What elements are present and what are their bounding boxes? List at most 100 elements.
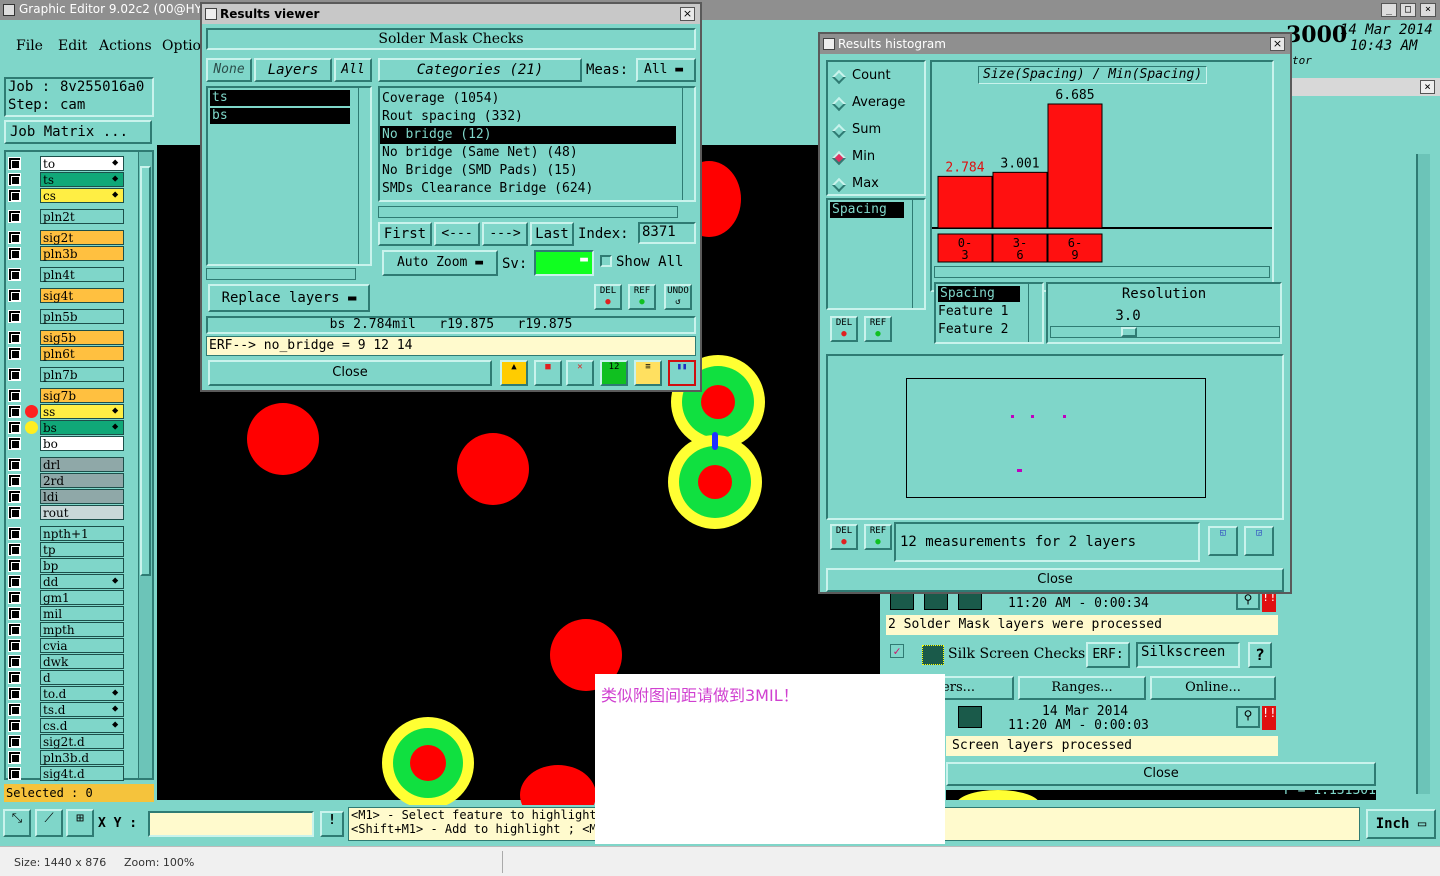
layer-results-list[interactable]: ts bs <box>206 86 372 266</box>
resolution-item[interactable]: Feature 2 <box>938 322 1008 338</box>
measure-list[interactable]: Spacing <box>826 198 926 310</box>
category-list[interactable]: Coverage (1054) Rout spacing (332) No br… <box>378 86 696 202</box>
category-item[interactable]: Rout spacing (332) <box>382 108 523 126</box>
resolution-slider-thumb[interactable] <box>1121 327 1137 337</box>
category-hscroll[interactable] <box>378 206 678 218</box>
count-radio[interactable] <box>831 69 847 85</box>
layer-checkbox[interactable] <box>8 189 21 202</box>
units-selector[interactable]: Inch ▭ <box>1366 809 1436 839</box>
layer-checkbox[interactable] <box>8 506 21 519</box>
layer-checkbox[interactable] <box>8 607 21 620</box>
layer-row-pln4t[interactable]: pln4t <box>8 267 124 282</box>
layer-row-tp[interactable]: tp <box>8 542 124 557</box>
layer-row-cvia[interactable]: cvia <box>8 638 124 653</box>
layer-checkbox[interactable] <box>8 389 21 402</box>
layer-checkbox[interactable] <box>8 490 21 503</box>
average-radio[interactable] <box>831 96 847 112</box>
layers-button[interactable]: Layers <box>254 58 332 82</box>
none-button[interactable]: None <box>206 58 252 82</box>
layer-row-drl[interactable]: drl <box>8 457 124 472</box>
layer-checkbox[interactable] <box>8 474 21 487</box>
layer-row-mpth[interactable]: mpth <box>8 622 124 637</box>
layer-row-pln2t[interactable]: pln2t <box>8 209 124 224</box>
count-label[interactable]: Count <box>852 68 891 83</box>
layer-row-dwk[interactable]: dwk <box>8 654 124 669</box>
result-layer-item[interactable]: bs <box>210 108 350 124</box>
histogram-bar[interactable] <box>992 171 1048 229</box>
grid-tool-icon[interactable]: ⊞ <box>66 809 94 837</box>
resolution-item-selected[interactable]: Spacing <box>938 286 1020 302</box>
layer-row-bs[interactable]: bs ⬥ <box>8 420 124 435</box>
layer-checkbox[interactable] <box>8 331 21 344</box>
layer-checkbox[interactable] <box>8 437 21 450</box>
layer-checkbox[interactable] <box>8 687 21 700</box>
ref-icon[interactable]: REF ● <box>628 284 656 310</box>
meas-selector[interactable]: All ▬ <box>636 58 696 82</box>
first-button[interactable]: First <box>378 222 432 246</box>
layer-row-sig5b[interactable]: sig5b <box>8 330 124 345</box>
layer-row-ldi[interactable]: ldi <box>8 489 124 504</box>
last-button[interactable]: Last <box>530 222 574 246</box>
layer-checkbox[interactable] <box>8 347 21 360</box>
layer-checkbox[interactable] <box>8 527 21 540</box>
del-icon[interactable]: DEL ● <box>830 524 858 550</box>
layer-row-pln6t[interactable]: pln6t <box>8 346 124 361</box>
bg-close-icon[interactable]: × <box>1420 80 1435 94</box>
layer-row-dd[interactable]: dd ⬥ <box>8 574 124 589</box>
layer-row-2rd[interactable]: 2rd <box>8 473 124 488</box>
export-icon[interactable]: ◱ <box>1208 526 1238 556</box>
layer-checkbox[interactable] <box>8 289 21 302</box>
layer-checkbox[interactable] <box>8 655 21 668</box>
erf-off-icon[interactable]: ✕ <box>566 360 594 386</box>
layer-row-npth+1[interactable]: npth+1 <box>8 526 124 541</box>
resolution-item[interactable]: Feature 1 <box>938 304 1008 320</box>
all-button[interactable]: All <box>334 58 372 82</box>
help-button[interactable]: ? <box>1248 642 1272 668</box>
layer-row-pln5b[interactable]: pln5b <box>8 309 124 324</box>
layer-row-cs[interactable]: cs ⬥ <box>8 188 124 203</box>
menu-options[interactable]: Optio <box>162 38 201 54</box>
max-label[interactable]: Max <box>852 176 879 191</box>
layer-scrollbar[interactable] <box>138 152 152 778</box>
layer-checkbox[interactable] <box>8 671 21 684</box>
replace-layers-button[interactable]: Replace layers ▬ <box>208 284 370 312</box>
min-radio[interactable] <box>831 150 847 166</box>
layer-checkbox[interactable] <box>8 735 21 748</box>
ref-icon[interactable]: REF ● <box>864 524 892 550</box>
ref-icon[interactable]: REF ● <box>864 316 892 342</box>
prev-button[interactable]: <--- <box>434 222 480 246</box>
category-item[interactable]: No Bridge (SMD Pads) (15) <box>382 162 578 180</box>
layer-scroll-thumb[interactable] <box>140 166 151 576</box>
silk-checkbox[interactable]: ✓ <box>890 644 904 658</box>
measure-list-item[interactable]: Spacing <box>830 202 904 218</box>
close-icon[interactable]: × <box>1420 3 1436 17</box>
close-icon[interactable]: × <box>1270 37 1285 51</box>
online-button[interactable]: Online... <box>1150 676 1276 700</box>
layer-row-ts[interactable]: ts ⬥ <box>8 172 124 187</box>
layer-checkbox[interactable] <box>8 703 21 716</box>
close-icon[interactable]: × <box>680 7 695 21</box>
layer-checkbox[interactable] <box>8 543 21 556</box>
layer-row-pln7b[interactable]: pln7b <box>8 367 124 382</box>
layer-checkbox[interactable] <box>8 210 21 223</box>
layer-row-to.d[interactable]: to.d ⬥ <box>8 686 124 701</box>
measure-list-scrollbar[interactable] <box>912 200 924 308</box>
layer-row-ts.d[interactable]: ts.d ⬥ <box>8 702 124 717</box>
resolution-list[interactable]: Spacing Feature 1 Feature 2 <box>934 282 1044 344</box>
histogram-icon[interactable]: ▮▮ <box>668 360 696 386</box>
layer-row-d[interactable]: d <box>8 670 124 685</box>
minimize-icon[interactable]: _ <box>1381 3 1397 17</box>
import-icon[interactable]: ◲ <box>1244 526 1274 556</box>
layer-checkbox[interactable] <box>8 623 21 636</box>
alert-icon[interactable]: !! <box>1262 706 1276 730</box>
category-item[interactable]: No bridge (Same Net) (48) <box>382 144 578 162</box>
layer-checkbox[interactable] <box>8 767 21 780</box>
max-radio[interactable] <box>831 177 847 193</box>
results-close-button[interactable]: Close <box>208 360 492 386</box>
result-layer-item[interactable]: ts <box>210 90 350 106</box>
layer-checkbox[interactable] <box>8 310 21 323</box>
layer-row-gm1[interactable]: gm1 <box>8 590 124 605</box>
category-item[interactable]: Coverage (1054) <box>382 90 499 108</box>
layer-checkbox[interactable] <box>8 268 21 281</box>
min-label[interactable]: Min <box>852 149 875 164</box>
